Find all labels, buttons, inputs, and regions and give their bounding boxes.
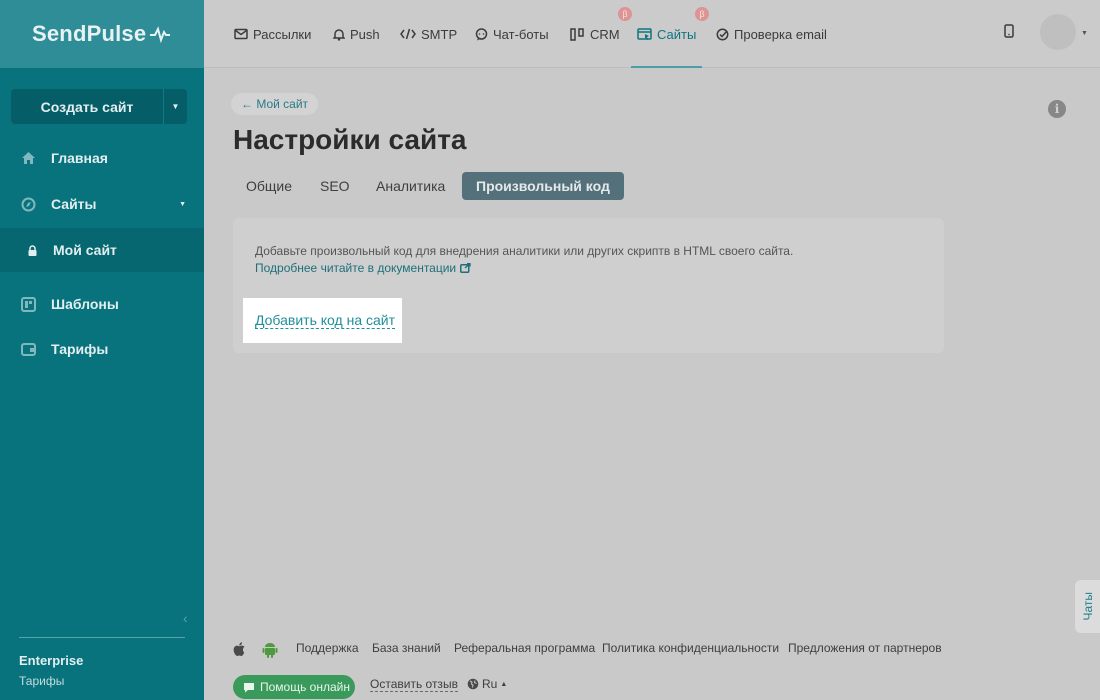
top-navigation: Рассылки Push SMTP Чат-боты CRM β Сайты … [204,0,1100,68]
language-selector[interactable]: Ru ▲ [467,677,507,691]
logo-text: SendPulse [32,21,147,46]
collapse-sidebar-icon[interactable]: ‹ [183,610,188,626]
chat-bubble-icon [244,682,254,692]
sites-nav-icon [637,27,652,40]
create-site-dropdown[interactable]: ▼ [163,89,187,124]
footer-link-privacy[interactable]: Политика конфиденциальности [602,641,779,655]
avatar[interactable] [1040,14,1076,50]
sidebar-item-label: Шаблоны [51,296,119,312]
caret-up-icon: ▲ [500,680,508,688]
check-icon [716,28,729,40]
globe-icon [467,678,479,690]
sidebar-item-label: Мой сайт [53,242,117,258]
pulse-logo-icon [150,26,171,43]
home-icon [20,150,36,166]
docs-link-label[interactable]: Подробнее читайте в документации [255,261,456,275]
nav-item-label: Проверка email [734,26,827,42]
add-code-link[interactable]: Добавить код на сайт [255,312,396,329]
footer-link-knowledge-base[interactable]: База знаний [372,641,441,655]
footer-link-support[interactable]: Поддержка [296,641,359,655]
tab-seo[interactable]: SEO [320,172,350,200]
chat-icon [475,27,488,40]
sidebar-item-templates[interactable]: Шаблоны [0,282,204,326]
nav-item-push[interactable]: Push [333,0,380,68]
chats-tab[interactable]: Чаты [1075,580,1100,633]
nav-item-label: Чат-боты [493,26,549,42]
external-link-icon [460,263,471,273]
footer-link-partners[interactable]: Предложения от партнеров [788,641,942,655]
nav-item-label: Сайты [657,26,697,42]
nav-item-label: Push [350,26,380,42]
apple-icon[interactable] [233,641,247,660]
leave-review-link[interactable]: Оставить отзыв [370,677,458,692]
logo[interactable]: SendPulse [0,0,204,68]
nav-item-smtp[interactable]: SMTP [400,0,457,68]
mail-icon [234,28,248,40]
sidebar-item-tariffs[interactable]: Тарифы [0,327,204,371]
page-title: Настройки сайта [233,124,467,155]
code-icon [400,28,416,40]
plan-name: Enterprise [19,653,84,668]
chats-tab-label: Чаты [1080,592,1095,621]
plan-link[interactable]: Тарифы [19,674,64,688]
create-site-button[interactable]: Создать сайт ▼ [11,89,187,124]
tab-analytics[interactable]: Аналитика [376,172,445,200]
language-label: Ru [482,677,498,691]
wallet-icon [20,341,36,357]
create-site-label[interactable]: Создать сайт [11,89,163,124]
sidebar: SendPulse Создать сайт ▼ Главная Сайты ▼… [0,0,204,700]
sidebar-item-sites[interactable]: Сайты ▼ [0,182,204,226]
sidebar-item-label: Тарифы [51,341,109,357]
tab-general[interactable]: Общие [246,172,292,200]
phone-icon[interactable] [1004,24,1014,43]
beta-badge: β [618,7,632,21]
caret-down-icon[interactable]: ▼ [1081,30,1088,37]
help-online-label: Помощь онлайн [260,680,350,694]
info-icon[interactable]: i [1048,100,1066,118]
docs-link[interactable]: Подробнее читайте в документации [255,261,471,275]
sidebar-item-home[interactable]: Главная [0,136,204,180]
lock-icon [26,242,38,258]
nav-item-mailings[interactable]: Рассылки [234,0,311,68]
nav-item-email-verification[interactable]: Проверка email [716,0,827,68]
android-icon[interactable] [262,641,278,661]
bell-icon [333,28,345,41]
footer-link-referral[interactable]: Реферальная программа [454,641,595,655]
sidebar-item-my-site[interactable]: Мой сайт [0,228,204,272]
divider [19,637,185,638]
nav-item-sites[interactable]: Сайты [630,0,703,68]
add-code-highlight: Добавить код на сайт [243,298,402,343]
tab-custom-code[interactable]: Произвольный код [462,172,624,200]
caret-down-icon: ▼ [171,102,180,111]
nav-item-chatbots[interactable]: Чат-боты [475,0,549,68]
beta-badge: β [695,7,709,21]
sidebar-item-label: Главная [51,150,108,166]
crm-icon [570,27,584,41]
sites-icon [20,196,36,212]
nav-item-crm[interactable]: CRM [570,0,620,68]
nav-item-label: CRM [590,26,620,42]
nav-item-label: Рассылки [253,26,312,42]
card-description: Добавьте произвольный код для внедрения … [255,244,794,258]
templates-icon [20,296,36,312]
back-link[interactable]: ← Мой сайт [231,93,319,115]
nav-item-label: SMTP [421,26,458,42]
caret-down-icon: ▼ [179,200,186,208]
sidebar-item-label: Сайты [51,196,97,212]
help-online-button[interactable]: Помощь онлайн [233,675,355,699]
